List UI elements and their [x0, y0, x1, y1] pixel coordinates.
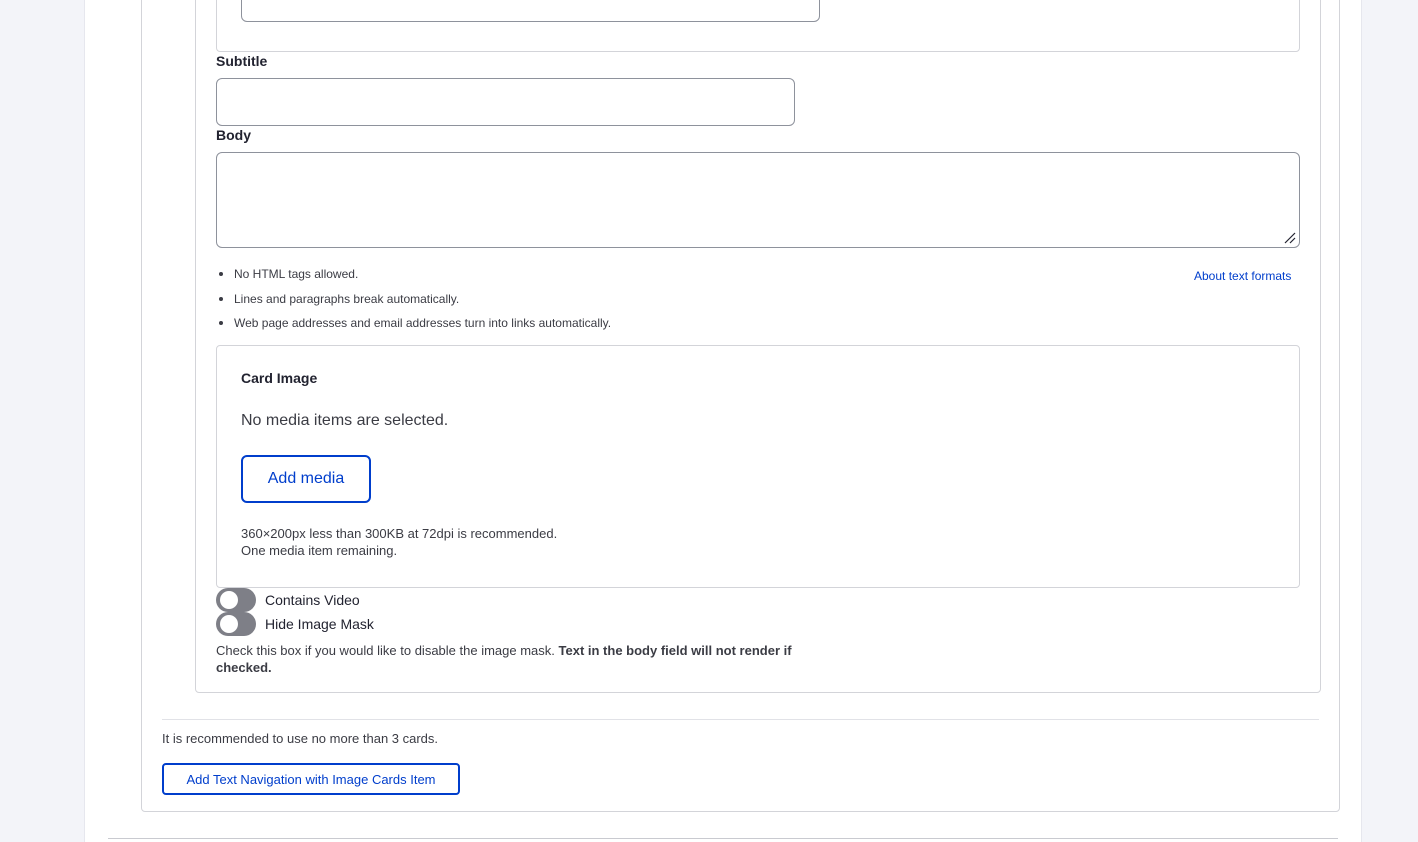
mask-description: Check this box if you would like to disa…: [216, 642, 816, 676]
tip-item: Web page addresses and email addresses t…: [216, 315, 611, 340]
card-image-title: Card Image: [241, 370, 318, 386]
card-image-fieldset: Card Image No media items are selected. …: [216, 345, 1300, 588]
resize-handle-icon[interactable]: [1284, 232, 1296, 244]
cards-recommendation: It is recommended to use no more than 3 …: [162, 731, 439, 746]
divider: [108, 838, 1338, 839]
contains-video-row: Contains Video: [216, 588, 360, 612]
text-format-tips: No HTML tags allowed. Lines and paragrap…: [216, 266, 611, 340]
card-image-description: 360×200px less than 300KB at 72dpi is re…: [241, 525, 557, 559]
hide-image-mask-label: Hide Image Mask: [265, 616, 374, 632]
tip-item: Lines and paragraphs break automatically…: [216, 291, 611, 316]
contains-video-label: Contains Video: [265, 592, 360, 608]
subtitle-label: Subtitle: [216, 53, 268, 69]
divider: [162, 719, 1319, 720]
body-textarea[interactable]: [216, 152, 1300, 248]
subtitle-input[interactable]: [216, 78, 795, 126]
no-media-message: No media items are selected.: [241, 412, 449, 429]
add-media-button[interactable]: Add media: [241, 455, 371, 503]
image-recommendation: 360×200px less than 300KB at 72dpi is re…: [241, 526, 558, 541]
hide-image-mask-row: Hide Image Mask: [216, 612, 374, 636]
hide-image-mask-toggle[interactable]: [216, 612, 256, 636]
mask-description-text: Check this box if you would like to disa…: [216, 643, 559, 658]
contains-video-toggle[interactable]: [216, 588, 256, 612]
add-card-item-button[interactable]: Add Text Navigation with Image Cards Ite…: [162, 763, 460, 795]
body-label: Body: [216, 127, 251, 143]
previous-text-input[interactable]: [241, 0, 820, 22]
tip-item: No HTML tags allowed.: [216, 266, 611, 291]
media-remaining: One media item remaining.: [241, 543, 398, 558]
about-text-formats-link[interactable]: About text formats: [1194, 269, 1291, 283]
